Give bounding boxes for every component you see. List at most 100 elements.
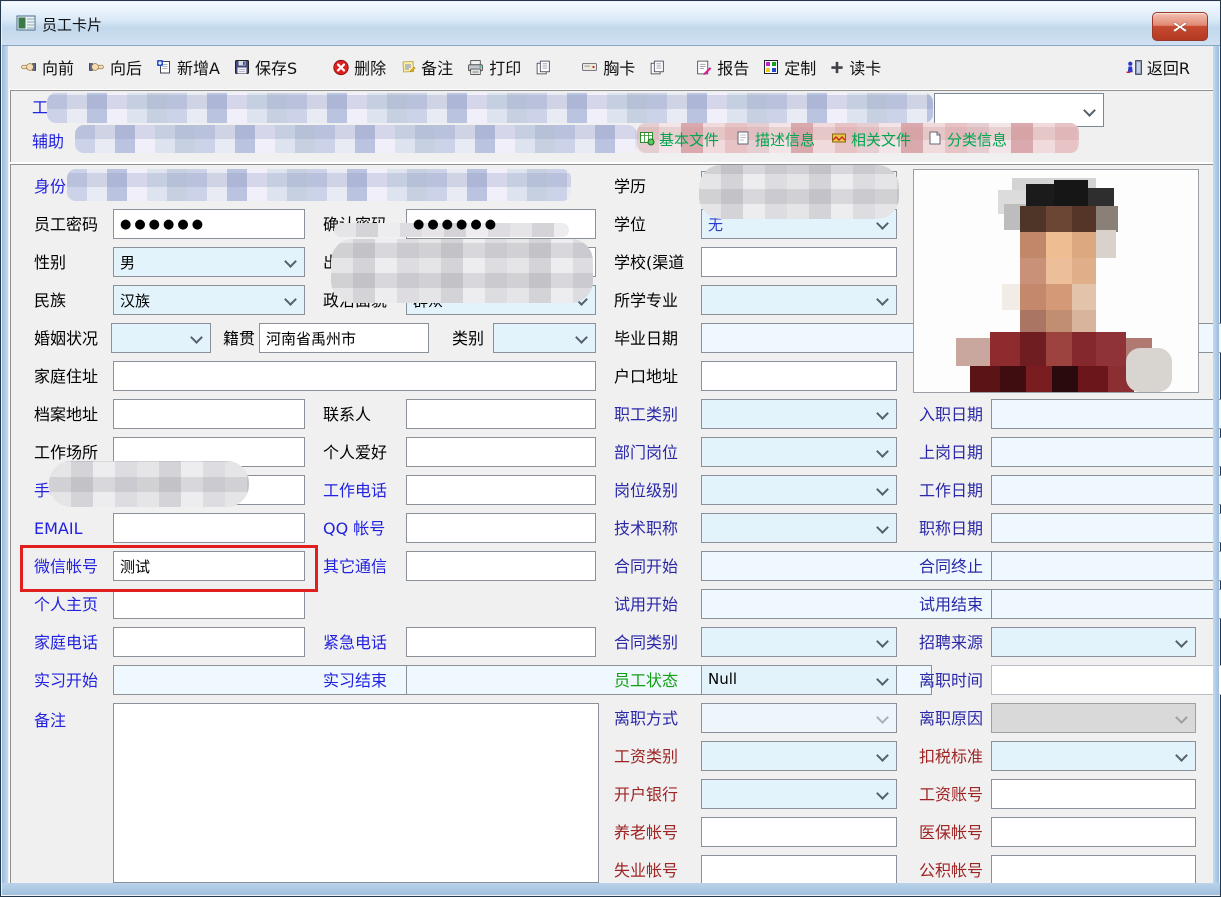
emp-status-combobox[interactable]: Null	[701, 665, 897, 695]
hukou-address-input[interactable]	[701, 361, 897, 391]
hand-left-icon	[19, 59, 38, 75]
print-setup-button[interactable]	[531, 57, 556, 78]
tech-title-combobox[interactable]	[701, 513, 897, 543]
emp-password-input[interactable]: ●●●●●●	[113, 209, 305, 239]
email-input[interactable]	[113, 513, 305, 543]
badge-copy-button[interactable]	[645, 57, 670, 78]
salary-account-input[interactable]	[991, 779, 1196, 809]
backward-button[interactable]: 向后	[84, 53, 145, 81]
chevron-down-icon	[876, 217, 889, 230]
chevron-down-icon	[876, 293, 889, 306]
tax-standard-combobox[interactable]	[991, 741, 1196, 771]
work-phone-input[interactable]	[406, 475, 596, 505]
note-button[interactable]: 备注	[396, 53, 456, 81]
contract-end-date-input[interactable]: 年月日	[991, 551, 1221, 581]
email-label: EMAIL	[34, 517, 83, 541]
title-date-input[interactable]: 年月日	[991, 513, 1221, 543]
hobby-input[interactable]	[406, 437, 596, 467]
window-frame-bottom	[2, 883, 1220, 895]
header-combobox[interactable]	[934, 93, 1104, 127]
remark-label: 备注	[34, 709, 66, 733]
home-address-input[interactable]	[113, 361, 596, 391]
contact-person-input[interactable]	[406, 399, 596, 429]
major-combobox[interactable]	[701, 285, 897, 315]
hobby-label: 个人爱好	[323, 441, 387, 465]
id-number-label: 身份	[34, 175, 66, 199]
work-date-input[interactable]: 年月日	[991, 475, 1221, 505]
ethnicity-combobox[interactable]: 汉族	[113, 285, 305, 315]
chevron-down-icon	[284, 255, 297, 268]
fund-account-input[interactable]	[991, 855, 1196, 885]
add-button[interactable]: 新增A	[152, 53, 223, 81]
dept-position-combobox[interactable]	[701, 437, 897, 467]
leave-time-date-input[interactable]: 年月日	[991, 665, 1221, 695]
pension-account-input[interactable]	[701, 817, 897, 847]
delete-icon	[332, 59, 350, 76]
employee-card-window: 员工卡片 向前 向后 新增A 保存S 删除 备注	[0, 0, 1221, 897]
link-related-files[interactable]: 相关文件	[831, 129, 911, 150]
ethnicity-label: 民族	[34, 289, 66, 313]
homepage-label: 个人主页	[34, 593, 98, 617]
link-description-info[interactable]: 描述信息	[735, 129, 815, 150]
trial-end-date-input[interactable]: 年月日	[991, 589, 1221, 619]
position-level-combobox[interactable]	[701, 475, 897, 505]
printer-pages-icon	[534, 59, 553, 76]
file-address-input[interactable]	[113, 399, 305, 429]
link-category-info[interactable]: 分类信息	[927, 129, 1007, 150]
school-input[interactable]	[701, 247, 897, 277]
page-fold-icon	[927, 130, 943, 150]
gender-combobox[interactable]: 男	[113, 247, 305, 277]
trial-start-label: 试用开始	[614, 593, 678, 617]
qq-input[interactable]	[406, 513, 596, 543]
remark-textarea[interactable]	[113, 703, 599, 883]
chevron-down-icon	[876, 711, 889, 724]
home-address-label: 家庭住址	[34, 365, 98, 389]
salary-type-combobox[interactable]	[701, 741, 897, 771]
onboard-date-input[interactable]: 年月日	[991, 437, 1221, 467]
report-button[interactable]: 报告	[691, 53, 752, 81]
position-level-label: 岗位级别	[614, 479, 678, 503]
leave-method-combobox[interactable]	[701, 703, 897, 733]
leave-reason-combobox[interactable]	[991, 703, 1196, 733]
hire-date-label: 入职日期	[919, 403, 983, 427]
recruit-source-label: 招聘来源	[919, 631, 983, 655]
note-icon	[399, 59, 417, 75]
header-row1-label: 工	[32, 96, 48, 120]
customize-button[interactable]: 定制	[759, 53, 819, 81]
degree-label: 学位	[614, 213, 646, 237]
link-basic-files[interactable]: 基本文件	[639, 129, 719, 150]
home-phone-input[interactable]	[113, 627, 305, 657]
recruit-source-combobox[interactable]	[991, 627, 1196, 657]
save-button[interactable]: 保存S	[230, 53, 300, 81]
emp-password-label: 员工密码	[34, 213, 98, 237]
badge-button[interactable]: 胸卡	[577, 53, 638, 81]
chevron-down-icon	[575, 331, 588, 344]
trial-end-label: 试用结束	[919, 593, 983, 617]
forward-button[interactable]: 向前	[16, 53, 77, 81]
marital-combobox[interactable]	[111, 323, 211, 353]
native-place-input[interactable]: 河南省禹州市	[259, 323, 429, 353]
employee-type-combobox[interactable]	[701, 399, 897, 429]
table-green-icon	[639, 130, 655, 150]
return-button[interactable]: 返回R	[1122, 53, 1193, 81]
close-button[interactable]	[1152, 12, 1208, 41]
type-combobox[interactable]	[493, 323, 596, 353]
emergency-phone-input[interactable]	[406, 627, 596, 657]
delete-button[interactable]: 删除	[329, 53, 389, 81]
print-button[interactable]: 打印	[463, 53, 524, 81]
bank-combobox[interactable]	[701, 779, 897, 809]
dept-position-label: 部门岗位	[614, 441, 678, 465]
unemployment-account-input[interactable]	[701, 855, 897, 885]
wechat-input[interactable]: 测试	[113, 551, 305, 581]
chevron-down-icon	[1175, 749, 1188, 762]
app-icon	[16, 15, 36, 35]
homepage-input[interactable]	[113, 589, 305, 619]
contract-type-combobox[interactable]	[701, 627, 897, 657]
read-card-button[interactable]: 读卡	[826, 53, 884, 81]
salary-type-label: 工资类别	[614, 745, 678, 769]
hire-date-input[interactable]: 年月日	[991, 399, 1221, 429]
chevron-down-icon	[1175, 711, 1188, 724]
medical-account-input[interactable]	[991, 817, 1196, 847]
other-comm-input[interactable]	[406, 551, 596, 581]
chevron-down-icon	[876, 749, 889, 762]
